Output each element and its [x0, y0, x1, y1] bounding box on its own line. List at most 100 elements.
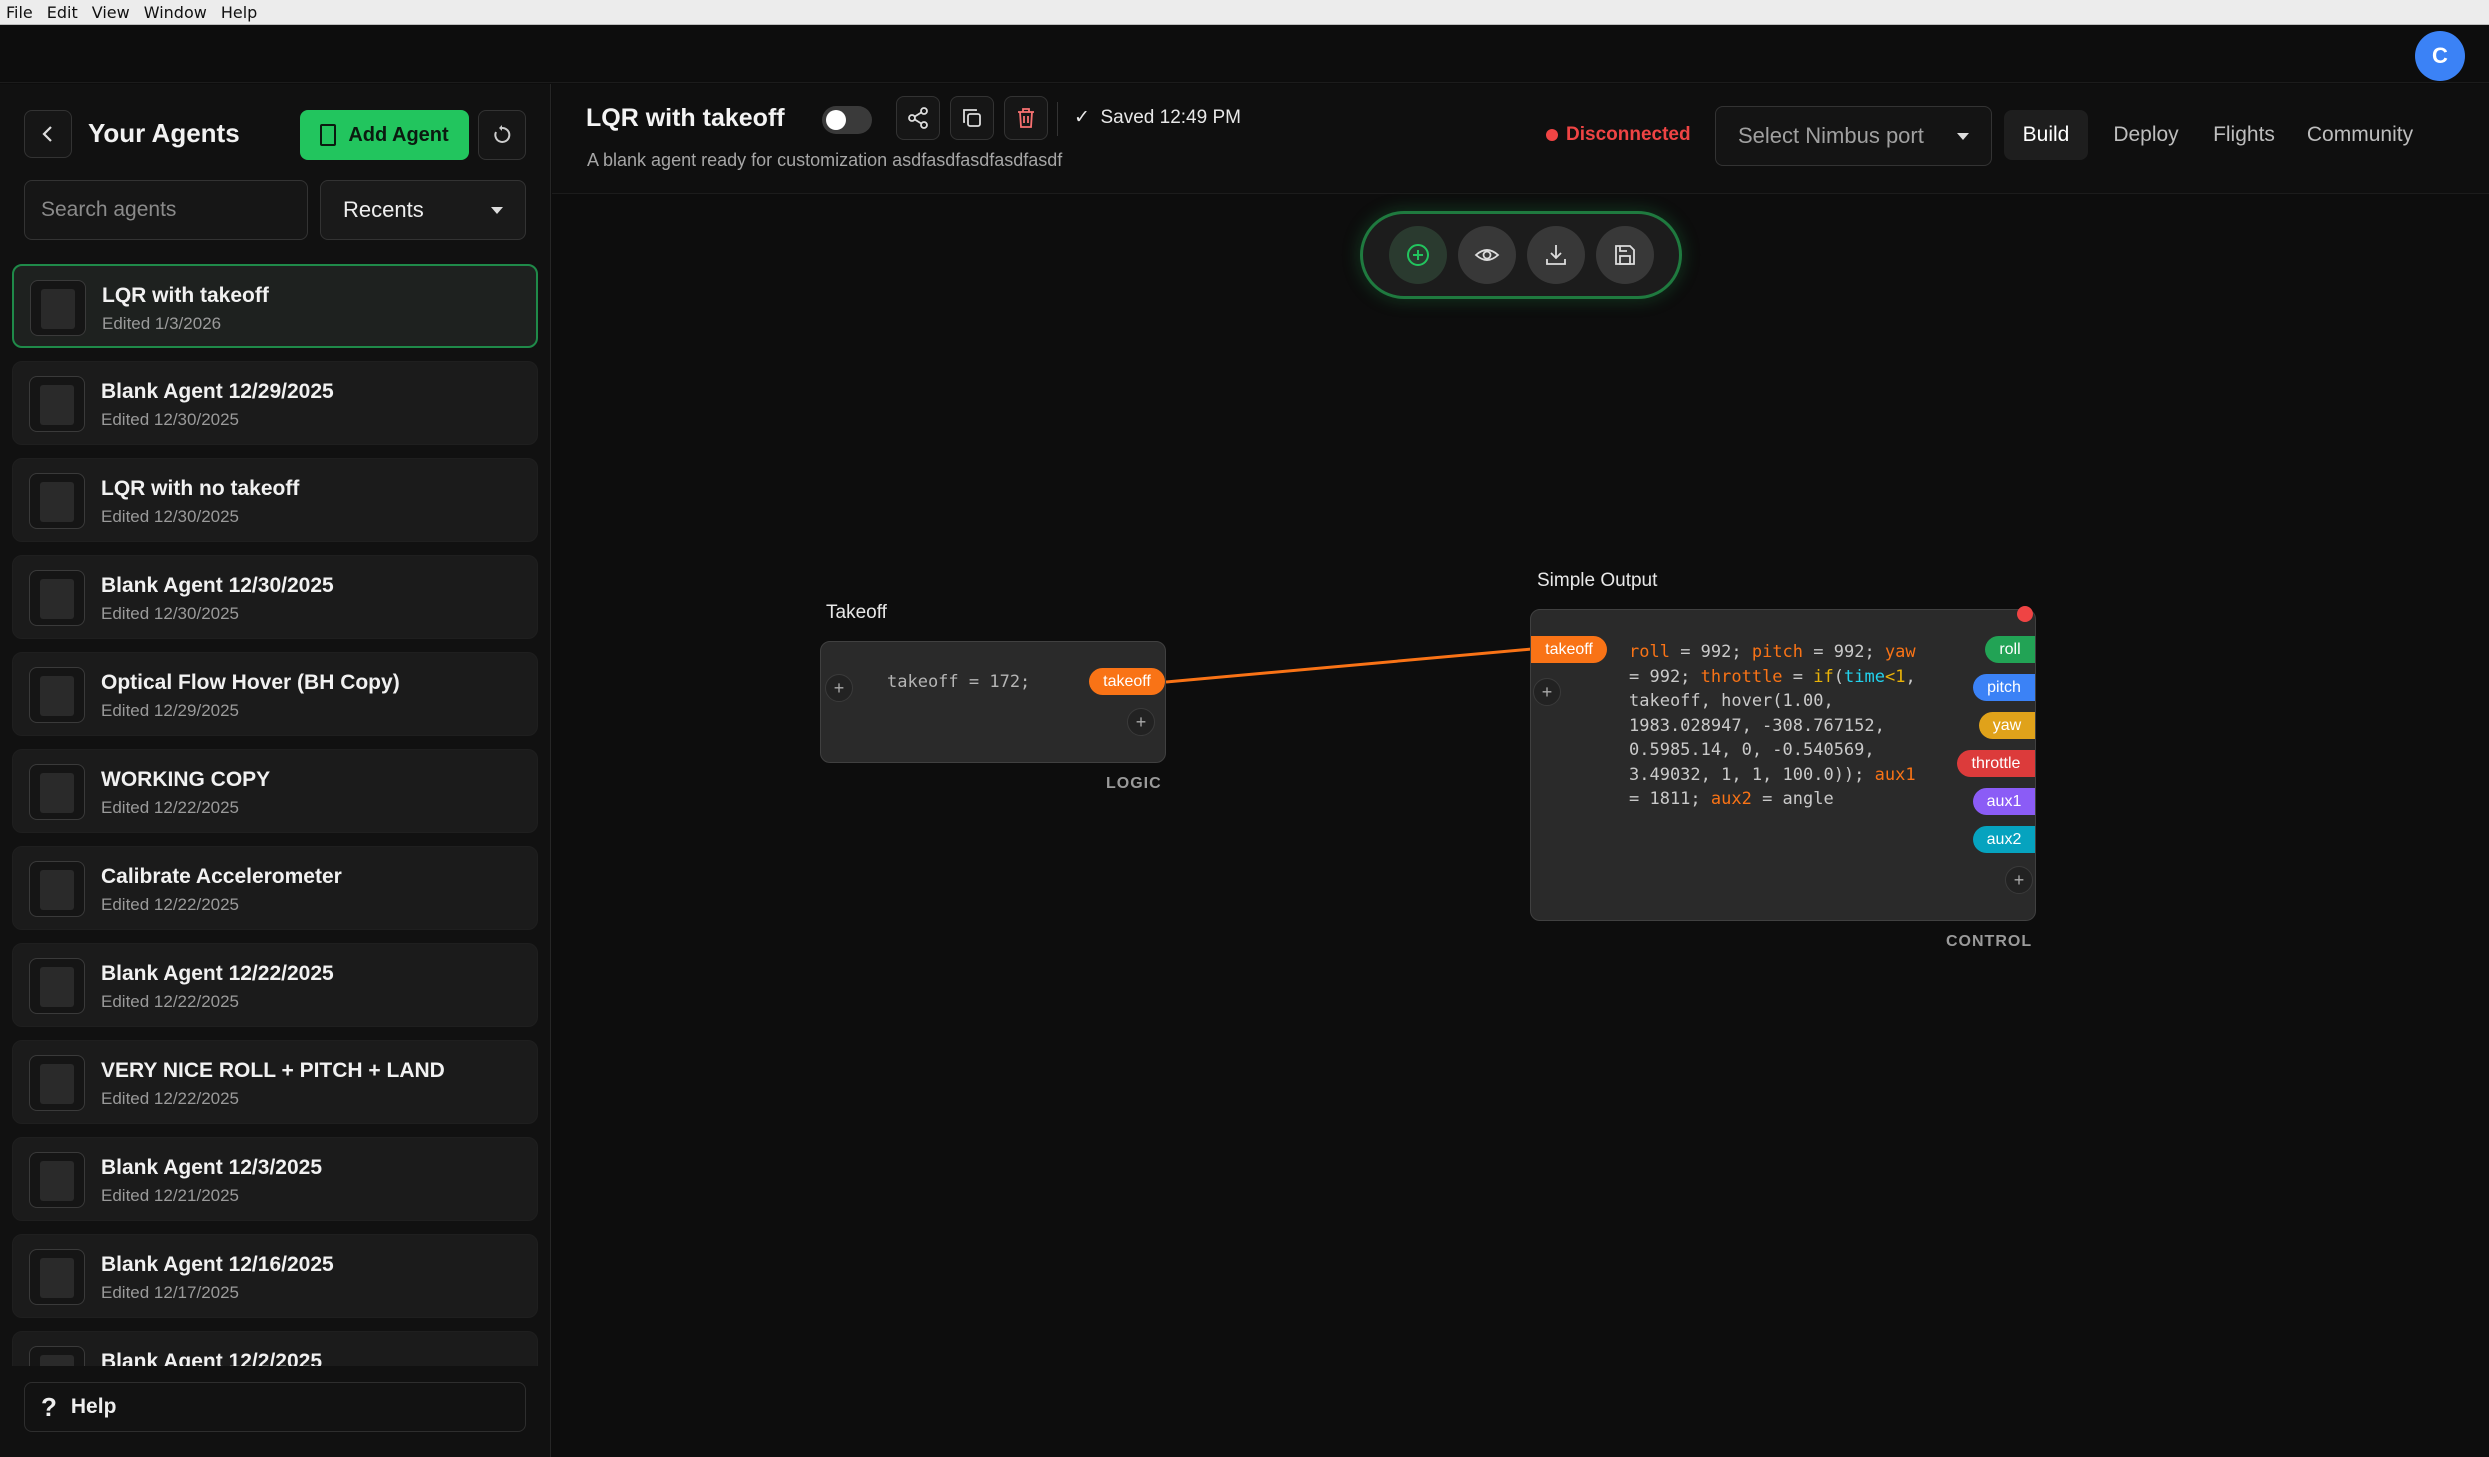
menu-edit[interactable]: Edit [47, 3, 78, 22]
agent-item[interactable]: LQR with takeoff Edited 1/3/2026 [12, 264, 538, 348]
agent-thumbnail [29, 376, 85, 432]
takeoff-node[interactable]: + takeoff = 172; takeoff + [820, 641, 1166, 763]
agent-name: Blank Agent 12/29/2025 [101, 380, 334, 403]
refresh-icon [494, 125, 511, 143]
menu-window[interactable]: Window [144, 3, 207, 22]
node-type-logic: LOGIC [1106, 775, 1162, 792]
share-button[interactable] [896, 96, 940, 140]
yaw-output-port[interactable]: yaw [1979, 712, 2035, 739]
agents-sidebar: Your Agents Add Agent Search agents Rece… [0, 84, 551, 1457]
agent-thumbnail [29, 1249, 85, 1305]
aux2-output-port[interactable]: aux2 [1973, 826, 2035, 853]
save-status: ✓ Saved 12:49 PM [1074, 106, 1241, 129]
takeoff-output-port[interactable]: takeoff [1089, 668, 1165, 695]
code-line: = 1811; aux2 = angle [1629, 789, 1834, 809]
node-canvas[interactable]: Takeoff + takeoff = 172; takeoff + LOGIC… [552, 195, 2489, 1457]
aux1-output-port[interactable]: aux1 [1973, 788, 2035, 815]
chevron-down-icon [1957, 132, 1969, 140]
agent-item[interactable]: Optical Flow Hover (BH Copy) Edited 12/2… [12, 652, 538, 736]
help-label: Help [70, 1395, 117, 1418]
agent-edited: Edited 12/30/2025 [101, 604, 240, 623]
agent-thumbnail [29, 1152, 85, 1208]
header-divider [1057, 102, 1058, 136]
code-line: takeoff, hover(1.00, [1629, 691, 1834, 711]
add-document-icon [320, 124, 337, 146]
agent-thumbnail [29, 1346, 85, 1366]
add-output-button[interactable]: + [1127, 708, 1155, 736]
search-placeholder: Search agents [41, 198, 177, 221]
trash-icon [1018, 108, 1034, 128]
add-input-button[interactable]: + [1533, 678, 1561, 706]
menu-file[interactable]: File [6, 3, 33, 22]
agent-thumbnail [29, 764, 85, 820]
search-agents-input[interactable]: Search agents [24, 180, 308, 240]
agent-name: Blank Agent 12/22/2025 [101, 962, 334, 985]
agent-edited: Edited 12/29/2025 [101, 701, 240, 720]
agent-item[interactable]: VERY NICE ROLL + PITCH + LAND Edited 12/… [12, 1040, 538, 1124]
back-button[interactable] [24, 110, 72, 158]
connection-status: Disconnected [1546, 124, 1691, 146]
takeoff-node-title: Takeoff [826, 602, 887, 623]
pitch-output-port[interactable]: pitch [1973, 674, 2035, 701]
duplicate-button[interactable] [950, 96, 994, 140]
simple-output-node[interactable]: takeoff + roll = 992; pitch = 992; yaw =… [1530, 606, 2036, 921]
tab-community[interactable]: Community [2298, 110, 2422, 160]
agent-item[interactable]: Calibrate Accelerometer Edited 12/22/202… [12, 846, 538, 930]
question-icon: ? [41, 1391, 57, 1422]
saved-time: Saved 12:49 PM [1100, 107, 1241, 128]
copy-icon [963, 109, 981, 127]
delete-button[interactable] [1004, 96, 1048, 140]
agent-item[interactable]: Blank Agent 12/2/2025 [12, 1331, 538, 1366]
code-line: 1983.028947, -308.767152, [1629, 715, 1885, 736]
throttle-output-port[interactable]: throttle [1957, 750, 2035, 777]
takeoff-code[interactable]: takeoff = 172; [887, 670, 1030, 695]
agent-item[interactable]: Blank Agent 12/3/2025 Edited 12/21/2025 [12, 1137, 538, 1221]
port-placeholder: Select Nimbus port [1738, 123, 1924, 148]
add-output-button[interactable]: + [2005, 866, 2033, 894]
agent-name: Blank Agent 12/16/2025 [101, 1253, 334, 1276]
menu-help[interactable]: Help [221, 3, 257, 22]
status-dot-icon [1546, 129, 1558, 141]
agent-name: LQR with no takeoff [101, 477, 300, 500]
add-input-button[interactable]: + [825, 674, 853, 702]
sort-dropdown[interactable]: Recents [320, 180, 526, 240]
help-button[interactable]: ? Help [24, 1382, 526, 1432]
agent-thumbnail [29, 570, 85, 626]
agent-name: LQR with takeoff [102, 284, 269, 307]
agent-title[interactable]: LQR with takeoff [586, 104, 785, 133]
agent-name: Blank Agent 12/2/2025 [101, 1350, 322, 1366]
add-agent-button[interactable]: Add Agent [300, 110, 469, 160]
tab-build[interactable]: Build [2004, 110, 2088, 160]
agent-item[interactable]: Blank Agent 12/22/2025 Edited 12/22/2025 [12, 943, 538, 1027]
tab-deploy[interactable]: Deploy [2102, 110, 2190, 160]
code-line: = 992; throttle = if(time<1, [1629, 666, 1916, 687]
agent-list: LQR with takeoff Edited 1/3/2026 Blank A… [12, 264, 538, 1366]
check-icon: ✓ [1074, 107, 1090, 128]
tab-flights[interactable]: Flights [2202, 110, 2286, 160]
agent-item[interactable]: Blank Agent 12/29/2025 Edited 12/30/2025 [12, 361, 538, 445]
agent-thumbnail [29, 861, 85, 917]
user-avatar[interactable]: C [2415, 31, 2465, 81]
agent-thumbnail [29, 667, 85, 723]
refresh-button[interactable] [478, 110, 526, 160]
top-bar: C [0, 25, 2489, 83]
code-line: 0.5985.14, 0, -0.540569, [1629, 740, 1875, 760]
agent-edited: Edited 12/30/2025 [101, 507, 240, 526]
agent-item[interactable]: Blank Agent 12/30/2025 Edited 12/30/2025 [12, 555, 538, 639]
nimbus-port-select[interactable]: Select Nimbus port [1715, 106, 1992, 166]
menu-view[interactable]: View [92, 3, 130, 22]
agent-description[interactable]: A blank agent ready for customization as… [587, 150, 1062, 171]
enable-toggle[interactable] [822, 106, 872, 134]
output-node-title: Simple Output [1537, 570, 1658, 591]
roll-output-port[interactable]: roll [1985, 636, 2035, 663]
agent-edited: Edited 12/21/2025 [101, 1186, 240, 1205]
menu-bar: File Edit View Window Help [0, 0, 2489, 25]
takeoff-input-port[interactable]: takeoff [1531, 636, 1607, 663]
agent-name: Calibrate Accelerometer [101, 865, 342, 888]
agent-name: WORKING COPY [101, 768, 271, 791]
agent-thumbnail [29, 1055, 85, 1111]
agent-item[interactable]: WORKING COPY Edited 12/22/2025 [12, 749, 538, 833]
agent-item[interactable]: Blank Agent 12/16/2025 Edited 12/17/2025 [12, 1234, 538, 1318]
agent-item[interactable]: LQR with no takeoff Edited 12/30/2025 [12, 458, 538, 542]
output-code[interactable]: roll = 992; pitch = 992; yaw = 992; thro… [1629, 640, 1916, 812]
